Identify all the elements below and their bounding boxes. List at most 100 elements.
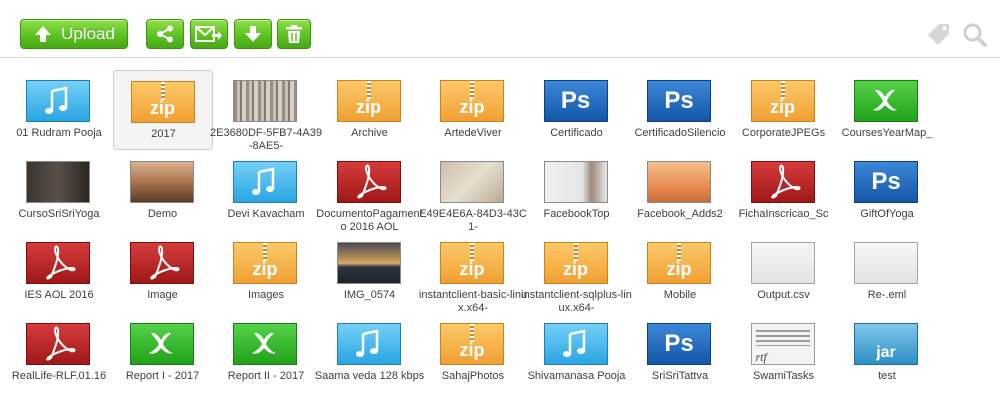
file-name: RealLife-RLF.01.16 bbox=[11, 370, 107, 382]
file-item[interactable]: zip Mobile bbox=[630, 232, 730, 312]
file-name: 2017 bbox=[151, 128, 176, 140]
file-item[interactable]: Report II - 2017 bbox=[216, 313, 316, 393]
file-item[interactable]: FacebookTop bbox=[527, 151, 627, 231]
file-item[interactable]: zip Images bbox=[216, 232, 316, 312]
file-item[interactable]: zip CorporateJPEGs bbox=[734, 70, 834, 150]
file-thumbnail bbox=[543, 161, 608, 203]
zip-label: zip bbox=[770, 97, 795, 117]
file-thumbnail bbox=[26, 242, 90, 284]
upload-button[interactable]: Upload bbox=[20, 19, 128, 49]
zip-label: zip bbox=[459, 97, 485, 117]
tag-icon[interactable] bbox=[926, 22, 952, 48]
file-name: 2E3680DF-5FB7-4A39-8AE5- bbox=[210, 127, 322, 152]
share-icon bbox=[155, 24, 175, 44]
file-thumbnail: zip bbox=[233, 242, 297, 284]
file-name: 01 Rudram Pooja bbox=[16, 127, 102, 139]
file-name: Image bbox=[147, 289, 178, 301]
file-item[interactable]: Devi Kavacham bbox=[216, 151, 316, 231]
file-name: Archive bbox=[351, 127, 388, 139]
file-thumbnail bbox=[543, 323, 608, 365]
file-thumbnail bbox=[233, 80, 297, 122]
toolbar-divider bbox=[0, 57, 1000, 58]
file-item[interactable]: Demo bbox=[113, 151, 213, 231]
email-button[interactable] bbox=[190, 19, 228, 49]
file-name: IMG_0574 bbox=[343, 289, 396, 301]
file-thumbnail bbox=[336, 323, 401, 365]
file-name: Shivamanasa Pooja bbox=[527, 370, 626, 382]
file-item[interactable]: zip Archive bbox=[320, 70, 420, 150]
file-item[interactable]: jar test bbox=[837, 313, 937, 393]
file-name: CorporateJPEGs bbox=[741, 127, 826, 139]
file-name: SriSriTattva bbox=[651, 370, 709, 382]
file-item[interactable]: zip SahajPhotos bbox=[423, 313, 523, 393]
file-thumbnail: Ps bbox=[647, 323, 711, 365]
file-name: Facebook_Adds2 bbox=[637, 208, 723, 220]
file-name: Report II - 2017 bbox=[227, 370, 305, 382]
file-item[interactable]: IES AOL 2016 bbox=[9, 232, 109, 312]
file-thumbnail: Ps bbox=[647, 80, 711, 122]
file-thumbnail bbox=[336, 161, 401, 203]
file-name: CertificadoSilencio bbox=[634, 127, 726, 139]
file-item[interactable]: IMG_0574 bbox=[320, 232, 420, 312]
file-item[interactable]: FichaInscricao_Sc bbox=[734, 151, 834, 231]
file-item[interactable]: Saama veda 128 kbps bbox=[315, 313, 424, 393]
share-button[interactable] bbox=[146, 19, 184, 49]
file-thumbnail bbox=[233, 161, 297, 203]
file-thumbnail: zip bbox=[440, 80, 504, 122]
file-item[interactable]: Report I - 2017 bbox=[113, 313, 213, 393]
delete-button[interactable] bbox=[277, 19, 311, 49]
file-item[interactable]: rtf SwamiTasks bbox=[734, 313, 834, 393]
file-name: CoursesYearMap_ bbox=[841, 127, 933, 139]
file-item[interactable]: RealLife-RLF.01.16 bbox=[9, 313, 109, 393]
photoshop-label: Ps bbox=[664, 330, 694, 357]
file-thumbnail bbox=[233, 323, 297, 365]
file-thumbnail bbox=[440, 161, 504, 203]
rtf-label: rtf bbox=[755, 350, 767, 364]
jar-label: jar bbox=[876, 344, 896, 361]
file-item[interactable]: zip ArtedeViver bbox=[423, 70, 523, 150]
file-item[interactable]: zip 2017 bbox=[112, 70, 213, 150]
file-name: E49E4E6A-84D3-43C1- bbox=[419, 208, 527, 233]
upload-label: Upload bbox=[61, 24, 115, 43]
download-button[interactable] bbox=[234, 19, 272, 49]
file-name: Demo bbox=[147, 208, 178, 220]
file-item[interactable]: CoursesYearMap_ bbox=[837, 70, 937, 150]
file-item[interactable]: E49E4E6A-84D3-43C1- bbox=[419, 151, 527, 233]
file-thumbnail: zip bbox=[543, 242, 608, 284]
file-name: Certificado bbox=[550, 127, 603, 139]
download-icon bbox=[243, 24, 263, 44]
file-item[interactable]: Ps GiftOfYoga bbox=[837, 151, 937, 231]
file-item[interactable]: DocumentoPagamento 2016 AOL bbox=[316, 151, 423, 233]
file-thumbnail: jar bbox=[854, 323, 918, 365]
file-name: Output.csv bbox=[757, 289, 810, 301]
file-item[interactable]: Ps CertificadoSilencio bbox=[630, 70, 730, 150]
file-item[interactable]: Facebook_Adds2 bbox=[630, 151, 730, 231]
file-item[interactable]: Ps Certificado bbox=[527, 70, 627, 150]
file-item[interactable]: Shivamanasa Pooja bbox=[527, 313, 627, 393]
file-thumbnail bbox=[129, 242, 194, 284]
file-name: SwamiTasks bbox=[752, 370, 815, 382]
zip-label: zip bbox=[252, 259, 278, 279]
file-name: FacebookTop bbox=[543, 208, 610, 220]
file-item[interactable]: Image bbox=[113, 232, 213, 312]
file-item[interactable]: zip instantclient-basic-linux.x64- bbox=[419, 232, 527, 314]
file-item[interactable]: zip instantclient-sqlplus-linux.x64- bbox=[521, 232, 632, 314]
file-item[interactable]: 2E3680DF-5FB7-4A39-8AE5- bbox=[210, 70, 322, 152]
zip-label: zip bbox=[563, 259, 588, 279]
file-name: test bbox=[878, 370, 896, 382]
mail-forward-icon bbox=[195, 24, 223, 44]
file-thumbnail: zip bbox=[336, 80, 401, 122]
file-item[interactable]: 01 Rudram Pooja bbox=[9, 70, 109, 150]
file-item[interactable]: CursoSriSriYoga bbox=[9, 151, 109, 231]
search-icon[interactable] bbox=[962, 22, 988, 48]
photoshop-label: Ps bbox=[871, 168, 901, 195]
toolbar: Upload bbox=[0, 0, 1000, 58]
file-item[interactable]: Output.csv bbox=[734, 232, 834, 312]
file-item[interactable]: Ps SriSriTattva bbox=[630, 313, 730, 393]
file-name: FichaInscricao_Sc bbox=[738, 208, 829, 220]
file-item[interactable]: Re-.eml bbox=[837, 232, 937, 312]
file-name: DocumentoPagamento 2016 AOL bbox=[316, 208, 423, 233]
zip-label: zip bbox=[666, 259, 692, 279]
file-name: SahajPhotos bbox=[441, 370, 505, 382]
zip-label: zip bbox=[150, 98, 175, 118]
